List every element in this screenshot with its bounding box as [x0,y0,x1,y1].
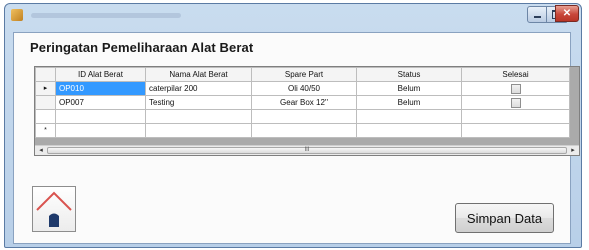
save-data-button[interactable]: Simpan Data [455,203,554,233]
cell-status[interactable]: Belum [356,95,462,110]
cell-new[interactable] [55,123,146,138]
cell-new[interactable] [145,123,252,138]
house-icon [36,191,72,227]
cell-nama[interactable]: caterpilar 200 [145,81,252,96]
cell-empty[interactable] [461,109,570,124]
horizontal-scrollbar[interactable]: ◂ III ▸ [35,145,579,155]
close-button[interactable]: ✕ [555,5,579,22]
cell-empty[interactable] [145,109,252,124]
table-row[interactable]: ▸ OP010 caterpilar 200 Oli 40/50 Belum [35,81,570,96]
minimize-icon [533,16,541,18]
cell-selesai[interactable] [461,95,570,110]
cell-empty[interactable] [251,109,357,124]
new-row-indicator[interactable]: * [35,123,56,138]
cell-id[interactable]: OP007 [55,95,146,110]
column-header-selesai[interactable]: Selesai [461,67,570,82]
scroll-right-icon[interactable]: ▸ [567,146,579,155]
scroll-thumb[interactable]: III [47,147,567,154]
scroll-left-icon[interactable]: ◂ [35,146,47,155]
cell-spare-part[interactable]: Gear Box 12'' [251,95,357,110]
cell-selesai[interactable] [461,81,570,96]
row-indicator[interactable] [35,109,56,124]
cell-nama[interactable]: Testing [145,95,252,110]
header-row: ID Alat Berat Nama Alat Berat Spare Part… [35,67,570,82]
cell-id[interactable]: OP010 [55,81,146,96]
minimize-button[interactable] [527,6,547,23]
empty-row[interactable] [35,109,570,124]
column-header-status[interactable]: Status [356,67,462,82]
corner-header [35,67,56,82]
cell-new[interactable] [251,123,357,138]
app-icon [11,9,23,21]
selesai-checkbox[interactable] [510,97,521,108]
column-header-spare-part[interactable]: Spare Part [251,67,357,82]
column-header-nama[interactable]: Nama Alat Berat [145,67,252,82]
row-indicator[interactable]: ▸ [35,81,56,96]
table-row[interactable]: OP007 Testing Gear Box 12'' Belum [35,95,570,110]
cell-new[interactable] [461,123,570,138]
new-row[interactable]: * [35,123,570,138]
page-title: Peringatan Pemeliharaan Alat Berat [30,40,254,55]
cell-spare-part[interactable]: Oli 40/50 [251,81,357,96]
row-indicator[interactable] [35,95,56,110]
cell-empty[interactable] [55,109,146,124]
selesai-checkbox[interactable] [510,83,521,94]
column-header-id[interactable]: ID Alat Berat [55,67,146,82]
cell-status[interactable]: Belum [356,81,462,96]
cell-new[interactable] [356,123,462,138]
maintenance-grid[interactable]: ID Alat Berat Nama Alat Berat Spare Part… [34,66,580,156]
window-title-blurred [31,13,181,18]
title-bar [5,4,581,28]
cell-empty[interactable] [356,109,462,124]
close-icon: ✕ [562,7,572,19]
grid-table: ID Alat Berat Nama Alat Berat Spare Part… [35,67,570,138]
home-button[interactable] [32,186,76,232]
